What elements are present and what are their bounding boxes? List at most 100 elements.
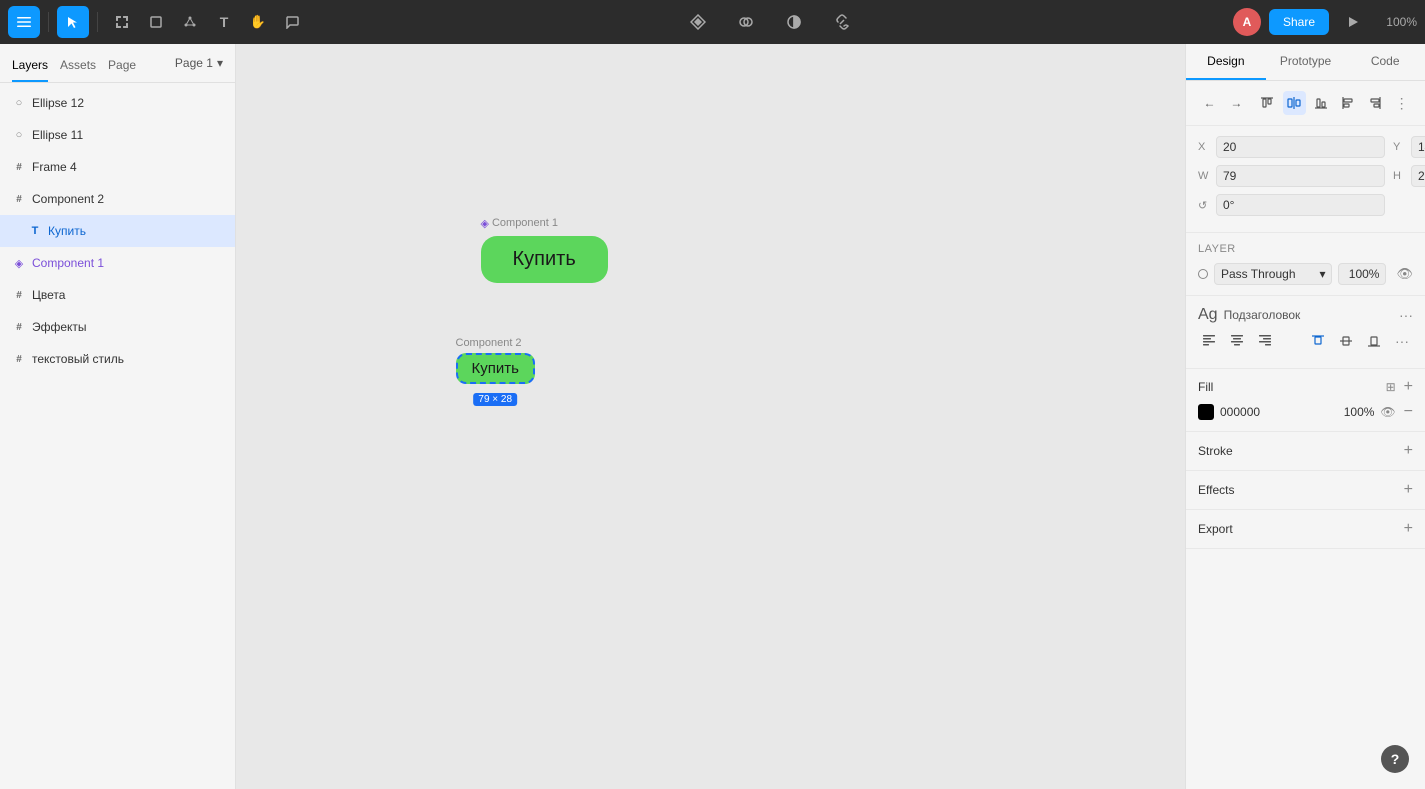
layer-item-component1[interactable]: ◈ Component 1 bbox=[0, 247, 235, 279]
toolbar-sep-1 bbox=[48, 12, 49, 32]
tab-page[interactable]: Page bbox=[108, 52, 136, 82]
tab-design[interactable]: Design bbox=[1186, 44, 1266, 80]
left-panel-tabs: Layers Assets Page Page 1 ▾ bbox=[0, 44, 235, 83]
fill-add-btn[interactable]: + bbox=[1404, 379, 1413, 395]
typo-more-btn[interactable]: ··· bbox=[1399, 307, 1413, 323]
effects-title: Effects bbox=[1198, 483, 1234, 497]
align-top-btn[interactable] bbox=[1256, 91, 1279, 115]
component2-button[interactable]: Купить bbox=[456, 353, 535, 384]
align-nav-back[interactable]: ← bbox=[1198, 91, 1221, 115]
y-input[interactable] bbox=[1411, 136, 1425, 158]
fill-row: 000000 100% 👁 − bbox=[1198, 403, 1413, 421]
stroke-add-btn[interactable]: + bbox=[1404, 442, 1413, 460]
canvas[interactable]: ◈ Component 1 Купить Component 2 Купить … bbox=[236, 44, 1185, 789]
play-button[interactable] bbox=[1337, 6, 1369, 38]
text-align-right-btn[interactable] bbox=[1254, 330, 1276, 352]
fill-opacity-value[interactable]: 100% bbox=[1344, 405, 1375, 419]
rotation-field-group: ↺ bbox=[1198, 194, 1385, 216]
layer-name: Ellipse 12 bbox=[32, 96, 223, 110]
x-label: X bbox=[1198, 141, 1212, 153]
frame-tool[interactable] bbox=[106, 6, 138, 38]
component2-container: Component 2 Купить 79 × 28 bbox=[456, 337, 535, 384]
text-valign-bot-btn[interactable] bbox=[1363, 330, 1385, 352]
align-more-btn[interactable]: ⋮ bbox=[1390, 91, 1413, 115]
fill-grid-icon[interactable]: ⊞ bbox=[1386, 380, 1396, 394]
tab-layers[interactable]: Layers bbox=[12, 52, 48, 82]
rect-tool[interactable] bbox=[140, 6, 172, 38]
menu-button[interactable] bbox=[8, 6, 40, 38]
pen-tool[interactable] bbox=[174, 6, 206, 38]
w-input[interactable] bbox=[1216, 165, 1385, 187]
layer-item-ellipse12[interactable]: ○ Ellipse 12 bbox=[0, 87, 235, 119]
typo-style-name: Подзаголовок bbox=[1224, 308, 1301, 322]
text-valign-mid-btn[interactable] bbox=[1335, 330, 1357, 352]
opacity-input[interactable] bbox=[1338, 263, 1386, 285]
fill-visibility-toggle[interactable]: 👁 bbox=[1380, 405, 1395, 419]
layer-item-textovyy-stil[interactable]: # текстовый стиль bbox=[0, 343, 235, 375]
contrast-icon[interactable] bbox=[778, 6, 810, 38]
fill-color-value[interactable]: 000000 bbox=[1220, 405, 1338, 419]
fill-remove-btn[interactable]: − bbox=[1404, 403, 1413, 421]
ellipse-icon: ○ bbox=[12, 128, 26, 142]
select-tool[interactable] bbox=[57, 6, 89, 38]
component-icon[interactable] bbox=[682, 6, 714, 38]
visibility-toggle[interactable]: 👁 bbox=[1396, 266, 1413, 282]
help-button[interactable]: ? bbox=[1381, 745, 1409, 773]
layer-item-effekty[interactable]: # Эффекты bbox=[0, 311, 235, 343]
layer-item-kupity[interactable]: T Купить bbox=[0, 215, 235, 247]
layer-item-component2[interactable]: # Component 2 bbox=[0, 183, 235, 215]
component1-button[interactable]: Купить bbox=[481, 236, 608, 283]
component-diamond-icon: ◈ bbox=[12, 256, 26, 270]
align-center-h-btn[interactable] bbox=[1283, 91, 1306, 115]
mask-icon[interactable] bbox=[730, 6, 762, 38]
h-input[interactable] bbox=[1411, 165, 1425, 187]
layer-item-tsveta[interactable]: # Цвета bbox=[0, 279, 235, 311]
page-selector[interactable]: Page 1 ▾ bbox=[175, 56, 223, 78]
share-button[interactable]: Share bbox=[1269, 9, 1329, 35]
align-nav-forward[interactable]: → bbox=[1225, 91, 1248, 115]
align-bottom-btn[interactable] bbox=[1310, 91, 1333, 115]
layer-name: Купить bbox=[48, 224, 223, 238]
layer-item-frame4[interactable]: # Frame 4 bbox=[0, 151, 235, 183]
xy-row: X Y bbox=[1198, 136, 1413, 158]
blend-mode-dot bbox=[1198, 269, 1208, 279]
fill-color-swatch[interactable] bbox=[1198, 404, 1214, 420]
tab-code[interactable]: Code bbox=[1345, 44, 1425, 80]
position-size-section: X Y W H bbox=[1186, 126, 1425, 233]
export-add-btn[interactable]: + bbox=[1404, 520, 1413, 538]
y-label: Y bbox=[1393, 141, 1407, 153]
effects-section: Effects + bbox=[1186, 471, 1425, 510]
typo-align-row: ··· bbox=[1198, 330, 1413, 352]
text-align-center-btn[interactable] bbox=[1226, 330, 1248, 352]
left-panel: Layers Assets Page Page 1 ▾ ○ Ellipse 12… bbox=[0, 44, 236, 789]
x-input[interactable] bbox=[1216, 136, 1385, 158]
h-field-group: H bbox=[1393, 164, 1425, 188]
ag-label: Ag bbox=[1198, 306, 1218, 324]
text-align-left-btn[interactable] bbox=[1198, 330, 1220, 352]
rotation-input[interactable] bbox=[1216, 194, 1385, 216]
typo-name-row: Ag Подзаголовок ··· bbox=[1198, 306, 1413, 324]
toolbar-sep-2 bbox=[97, 12, 98, 32]
fill-section: Fill ⊞ + 000000 100% 👁 − bbox=[1186, 369, 1425, 432]
export-header: Export + bbox=[1198, 520, 1413, 538]
w-label: W bbox=[1198, 170, 1212, 182]
hand-tool[interactable]: ✋ bbox=[242, 6, 274, 38]
effects-add-btn[interactable]: + bbox=[1404, 481, 1413, 499]
layer-item-ellipse11[interactable]: ○ Ellipse 11 bbox=[0, 119, 235, 151]
align-right-btn[interactable] bbox=[1363, 91, 1386, 115]
tab-assets[interactable]: Assets bbox=[60, 52, 96, 82]
tab-prototype[interactable]: Prototype bbox=[1266, 44, 1346, 80]
link-icon[interactable] bbox=[826, 6, 858, 38]
text-tool[interactable]: T bbox=[208, 6, 240, 38]
text-valign-top-btn[interactable] bbox=[1307, 330, 1329, 352]
stroke-header: Stroke + bbox=[1198, 442, 1413, 460]
export-section: Export + bbox=[1186, 510, 1425, 549]
zoom-level[interactable]: 100% bbox=[1377, 15, 1417, 29]
text-more-btn[interactable]: ··· bbox=[1391, 330, 1413, 352]
right-panel: Design Prototype Code ← → bbox=[1185, 44, 1425, 789]
right-panel-tabs: Design Prototype Code bbox=[1186, 44, 1425, 81]
blend-mode-select[interactable]: Pass Through ▾ bbox=[1214, 263, 1332, 285]
align-left-btn[interactable] bbox=[1336, 91, 1359, 115]
component2-wrapper: Купить 79 × 28 bbox=[456, 353, 535, 384]
comment-tool[interactable] bbox=[276, 6, 308, 38]
